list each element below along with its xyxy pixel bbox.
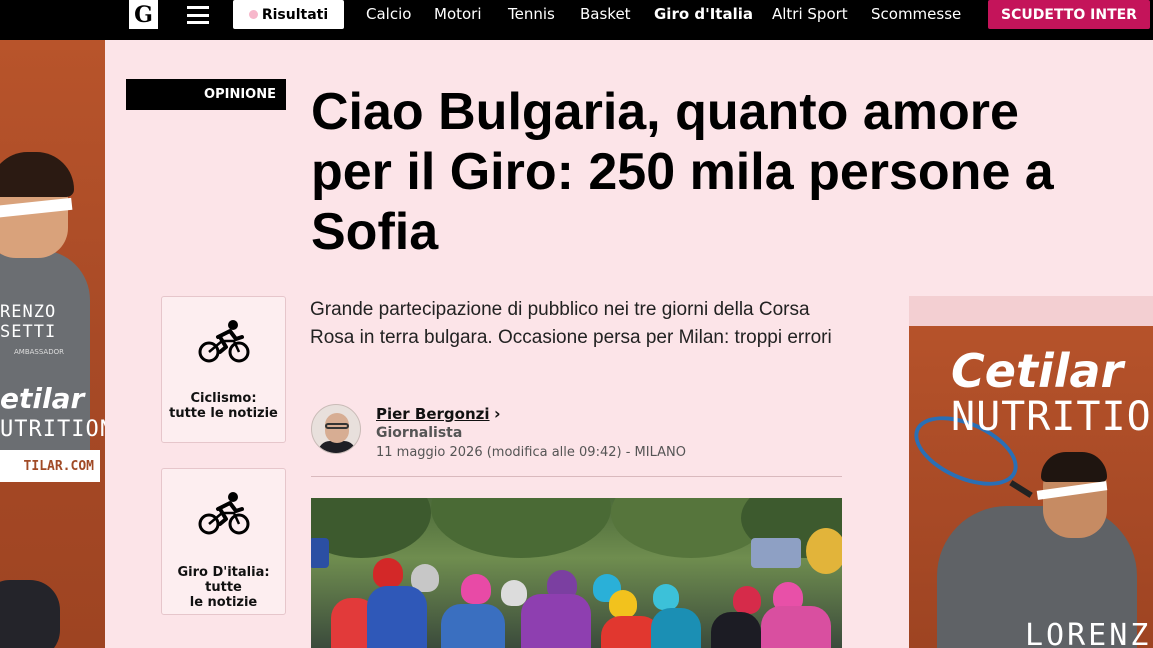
risultati-label: Risultati bbox=[261, 6, 329, 23]
article-date: 11 maggio 2026 (modifica alle 09:42) - M… bbox=[376, 445, 686, 460]
ad-left-text-2: SETTI bbox=[0, 322, 57, 342]
right-ad-top-strip bbox=[909, 296, 1153, 326]
right-ad-banner[interactable]: Cetilar NUTRITION LORENZ bbox=[909, 296, 1153, 648]
sidebar-card-label: Giro D'italia: bbox=[177, 565, 270, 580]
ad-left-text-1: RENZO bbox=[0, 302, 57, 322]
cyclist-icon bbox=[198, 492, 249, 535]
ad-player-hair bbox=[1041, 452, 1107, 482]
ad-racket-handle bbox=[1009, 480, 1033, 498]
ad-left-url: TILAR.COM bbox=[0, 450, 100, 482]
sidebar-card-label: le notizie bbox=[189, 595, 258, 610]
risultati-button[interactable]: Risultati bbox=[233, 0, 344, 29]
nav-link-calcio[interactable]: Calcio bbox=[366, 5, 411, 23]
menu-icon[interactable] bbox=[187, 6, 209, 24]
live-dot-icon bbox=[248, 10, 258, 19]
sidebar-card-label: tutte bbox=[205, 580, 242, 595]
nav-link-scommesse[interactable]: Scommesse bbox=[871, 5, 961, 23]
ad-right-sub: NUTRITION bbox=[951, 394, 1153, 440]
ad-right-brand: Cetilar bbox=[951, 344, 1124, 398]
nav-link-altri-sport[interactable]: Altri Sport bbox=[772, 5, 848, 23]
scudetto-inter-button[interactable]: SCUDETTO INTER bbox=[988, 0, 1150, 29]
ad-left-sub: UTRITION bbox=[0, 417, 105, 442]
sidebar-card-giro-ditalia[interactable]: Giro D'italia: tutte le notizie bbox=[161, 468, 286, 615]
ad-left-brand: etilar bbox=[0, 382, 85, 415]
nav-link-basket[interactable]: Basket bbox=[580, 5, 631, 23]
author-role: Giornalista bbox=[376, 425, 463, 441]
chevron-right-icon[interactable]: › bbox=[494, 404, 501, 423]
sidebar-card-label: Ciclismo: bbox=[190, 391, 257, 406]
ad-right-name: LORENZ bbox=[1025, 618, 1152, 648]
site-logo[interactable]: G bbox=[129, 0, 158, 29]
category-tag[interactable]: OPINIONE bbox=[126, 79, 286, 110]
ad-left-text-3: AMBASSADOR bbox=[14, 348, 64, 356]
nav-link-motori[interactable]: Motori bbox=[434, 5, 482, 23]
article-summary: Grande partecipazione di pubblico nei tr… bbox=[310, 299, 832, 348]
divider bbox=[311, 476, 842, 477]
article-hero-image[interactable] bbox=[311, 498, 842, 648]
nav-link-tennis[interactable]: Tennis bbox=[508, 5, 555, 23]
ad-player-shoe bbox=[0, 580, 60, 648]
article-headline: Ciao Bulgaria, quanto amore per il Giro:… bbox=[311, 83, 1054, 261]
sidebar-card-ciclismo[interactable]: Ciclismo: tutte le notizie bbox=[161, 296, 286, 443]
top-nav: G Risultati Calcio Motori Tennis Basket … bbox=[0, 0, 1153, 40]
nav-link-giro-ditalia[interactable]: Giro d'Italia bbox=[654, 5, 753, 23]
author-name-link[interactable]: Pier Bergonzi bbox=[376, 405, 490, 423]
left-ad-banner[interactable]: RENZO SETTI AMBASSADOR etilar UTRITION T… bbox=[0, 40, 105, 648]
cyclist-icon bbox=[198, 320, 249, 363]
sidebar-card-label: tutte le notizie bbox=[169, 406, 278, 421]
author-avatar[interactable] bbox=[311, 404, 361, 454]
ad-player-hair bbox=[0, 152, 74, 197]
